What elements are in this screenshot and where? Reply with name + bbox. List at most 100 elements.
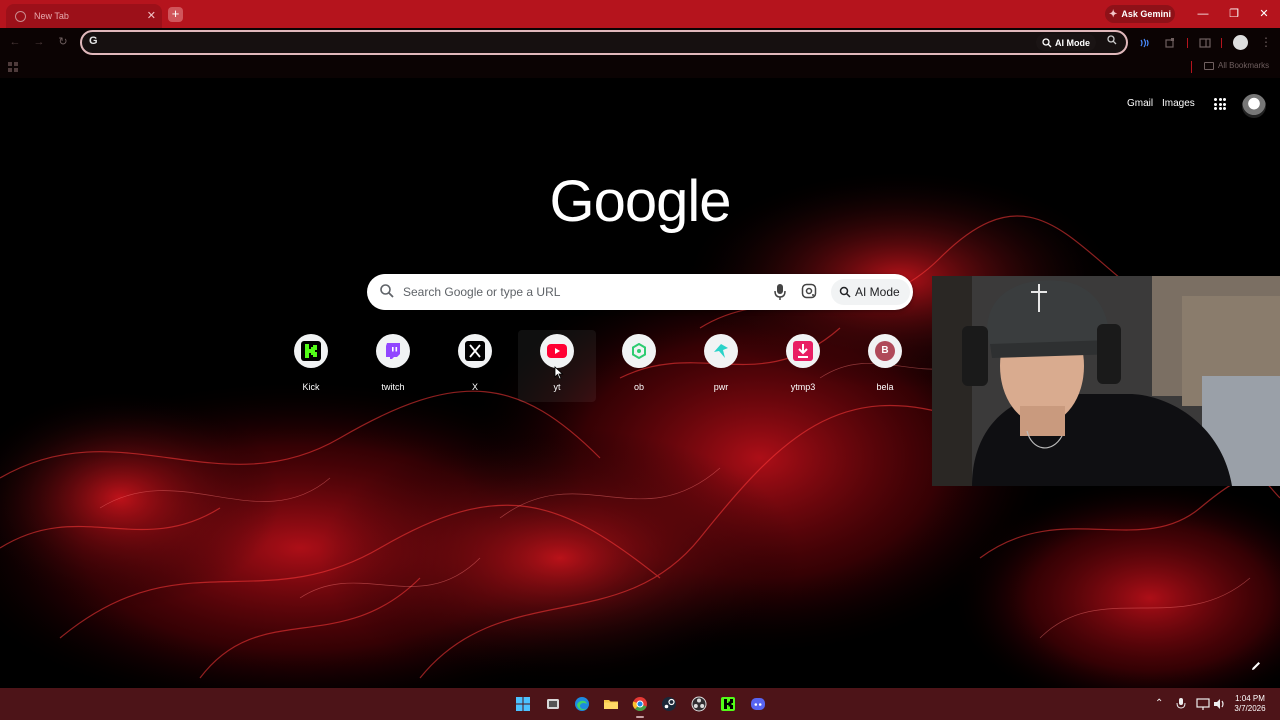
google-lens-icon[interactable] [801,283,817,299]
ai-mode-icon [839,286,851,298]
window-close-icon[interactable]: ✕ [1254,5,1274,23]
task-view-icon[interactable] [545,696,561,712]
shortcut-label: Kick [302,382,320,392]
ai-mode-button[interactable]: AI Mode [831,279,910,305]
google-logo: Google [549,169,731,234]
bookmarks-divider [1191,61,1192,73]
chrome-icon[interactable] [632,696,648,712]
extensions-icon[interactable] [1164,37,1176,49]
ob-icon [632,343,646,359]
gmail-link[interactable]: Gmail [1127,98,1153,109]
google-search-box[interactable]: Search Google or type a URL AI Mode [367,274,913,310]
ask-gemini-label: Ask Gemini [1121,9,1171,19]
shortcut-bela[interactable]: B bela [846,330,924,402]
ask-gemini-button[interactable]: ✦ Ask Gemini [1105,5,1175,23]
search-placeholder: Search Google or type a URL [403,285,561,299]
tab-favicon-icon [15,10,26,22]
microphone-tray-icon[interactable] [1175,697,1187,711]
tab-strip: New Tab ✕ + ✦ Ask Gemini — ❐ ✕ [0,0,1280,28]
shortcut-icon-container: B [868,334,902,368]
google-account-avatar[interactable] [1242,94,1266,118]
steam-icon[interactable] [661,696,677,712]
toolbar-divider [1187,38,1188,48]
apps-shortcut-icon[interactable] [8,62,18,72]
discord-icon[interactable] [750,696,766,712]
back-icon[interactable]: ← [8,35,22,49]
shortcut-icon-container [622,334,656,368]
shortcut-ytmp3[interactable]: ytmp3 [764,330,842,402]
ai-search-icon [1042,37,1052,47]
shortcut-label: twitch [381,382,405,392]
shortcut-pwr[interactable]: pwr [682,330,760,402]
omnibox-ai-mode-label: AI Mode [1055,37,1090,48]
restore-icon[interactable]: ❐ [1224,5,1244,23]
x-icon [465,341,485,361]
shortcut-icon-container [704,334,738,368]
customize-pencil-icon[interactable] [1250,660,1262,672]
shortcut-label: X [471,382,478,392]
volume-icon[interactable] [1212,697,1226,711]
obs-icon[interactable] [691,696,707,712]
tab-close-icon[interactable]: ✕ [147,10,156,22]
shortcut-icon-container [294,334,328,368]
clock-date: 3/7/2026 [1234,704,1266,713]
gemini-spark-icon: ✦ [1109,8,1118,20]
new-tab-button[interactable]: + [168,7,183,22]
active-app-indicator [636,716,644,718]
shortcut-icon-container [458,334,492,368]
windows-start-icon[interactable] [515,696,531,712]
shortcut-x[interactable]: X [436,330,514,402]
kick-app-icon[interactable] [720,696,736,712]
search-icon [380,284,394,298]
bookmarks-bar: All Bookmarks [0,57,1280,78]
network-icon[interactable] [1196,697,1210,711]
shortcut-icon-container [540,334,574,368]
images-link[interactable]: Images [1162,98,1195,109]
shortcut-icon-container [786,334,820,368]
mouse-cursor-icon [554,366,564,380]
all-bookmarks-button[interactable]: All Bookmarks [1204,61,1269,70]
pwr-icon [714,344,728,358]
kick-icon [301,341,321,361]
forward-icon[interactable]: → [32,35,46,49]
minimize-icon[interactable]: — [1193,5,1213,23]
gemini-wave-icon[interactable] [1139,37,1151,49]
shortcut-kick[interactable]: Kick [272,330,350,402]
reload-icon[interactable]: ↻ [56,35,70,49]
file-explorer-icon[interactable] [603,696,619,712]
toolbar-divider [1221,38,1222,48]
search-icon[interactable] [1107,35,1117,45]
tab-new-tab[interactable]: New Tab ✕ [6,4,162,28]
shortcut-ob[interactable]: ob [600,330,678,402]
desktop-screen: New Tab ✕ + ✦ Ask Gemini — ❐ ✕ ← → ↻ G A… [0,0,1280,720]
profile-avatar[interactable] [1233,35,1248,50]
youtube-icon [547,344,567,358]
clock-time: 1:04 PM [1235,694,1265,703]
ai-mode-label: AI Mode [855,285,900,299]
twitch-icon [386,343,400,359]
webcam-overlay [932,276,1280,486]
letter-b-icon: B [875,341,895,361]
all-bookmarks-label: All Bookmarks [1218,61,1270,70]
microphone-icon[interactable] [772,283,788,301]
tab-title: New Tab [34,11,69,21]
shortcut-label: pwr [713,382,729,392]
tray-overflow-icon[interactable]: ⌃ [1155,698,1163,709]
shortcut-twitch[interactable]: twitch [354,330,432,402]
google-g-icon: G [89,35,98,47]
menu-kebab-icon[interactable]: ⋮ [1260,35,1272,49]
omnibox-ai-mode-button[interactable]: AI Mode [1036,34,1096,51]
windows-taskbar: ⌃ [0,688,1280,720]
shortcut-label: yt [553,382,561,392]
address-bar[interactable]: G AI Mode [80,30,1128,55]
shortcut-label: ob [633,382,644,392]
edge-icon[interactable] [574,696,590,712]
google-apps-icon[interactable] [1214,98,1226,110]
shortcut-icon-container [376,334,410,368]
side-panel-icon[interactable] [1199,37,1211,49]
folder-icon [1204,61,1214,70]
download-icon [793,341,813,361]
taskbar-clock[interactable]: 1:04 PM 3/7/2026 [1226,694,1274,714]
shortcut-yt[interactable]: yt [518,330,596,402]
browser-toolbar: ← → ↻ G AI Mode ⋮ [0,28,1280,57]
